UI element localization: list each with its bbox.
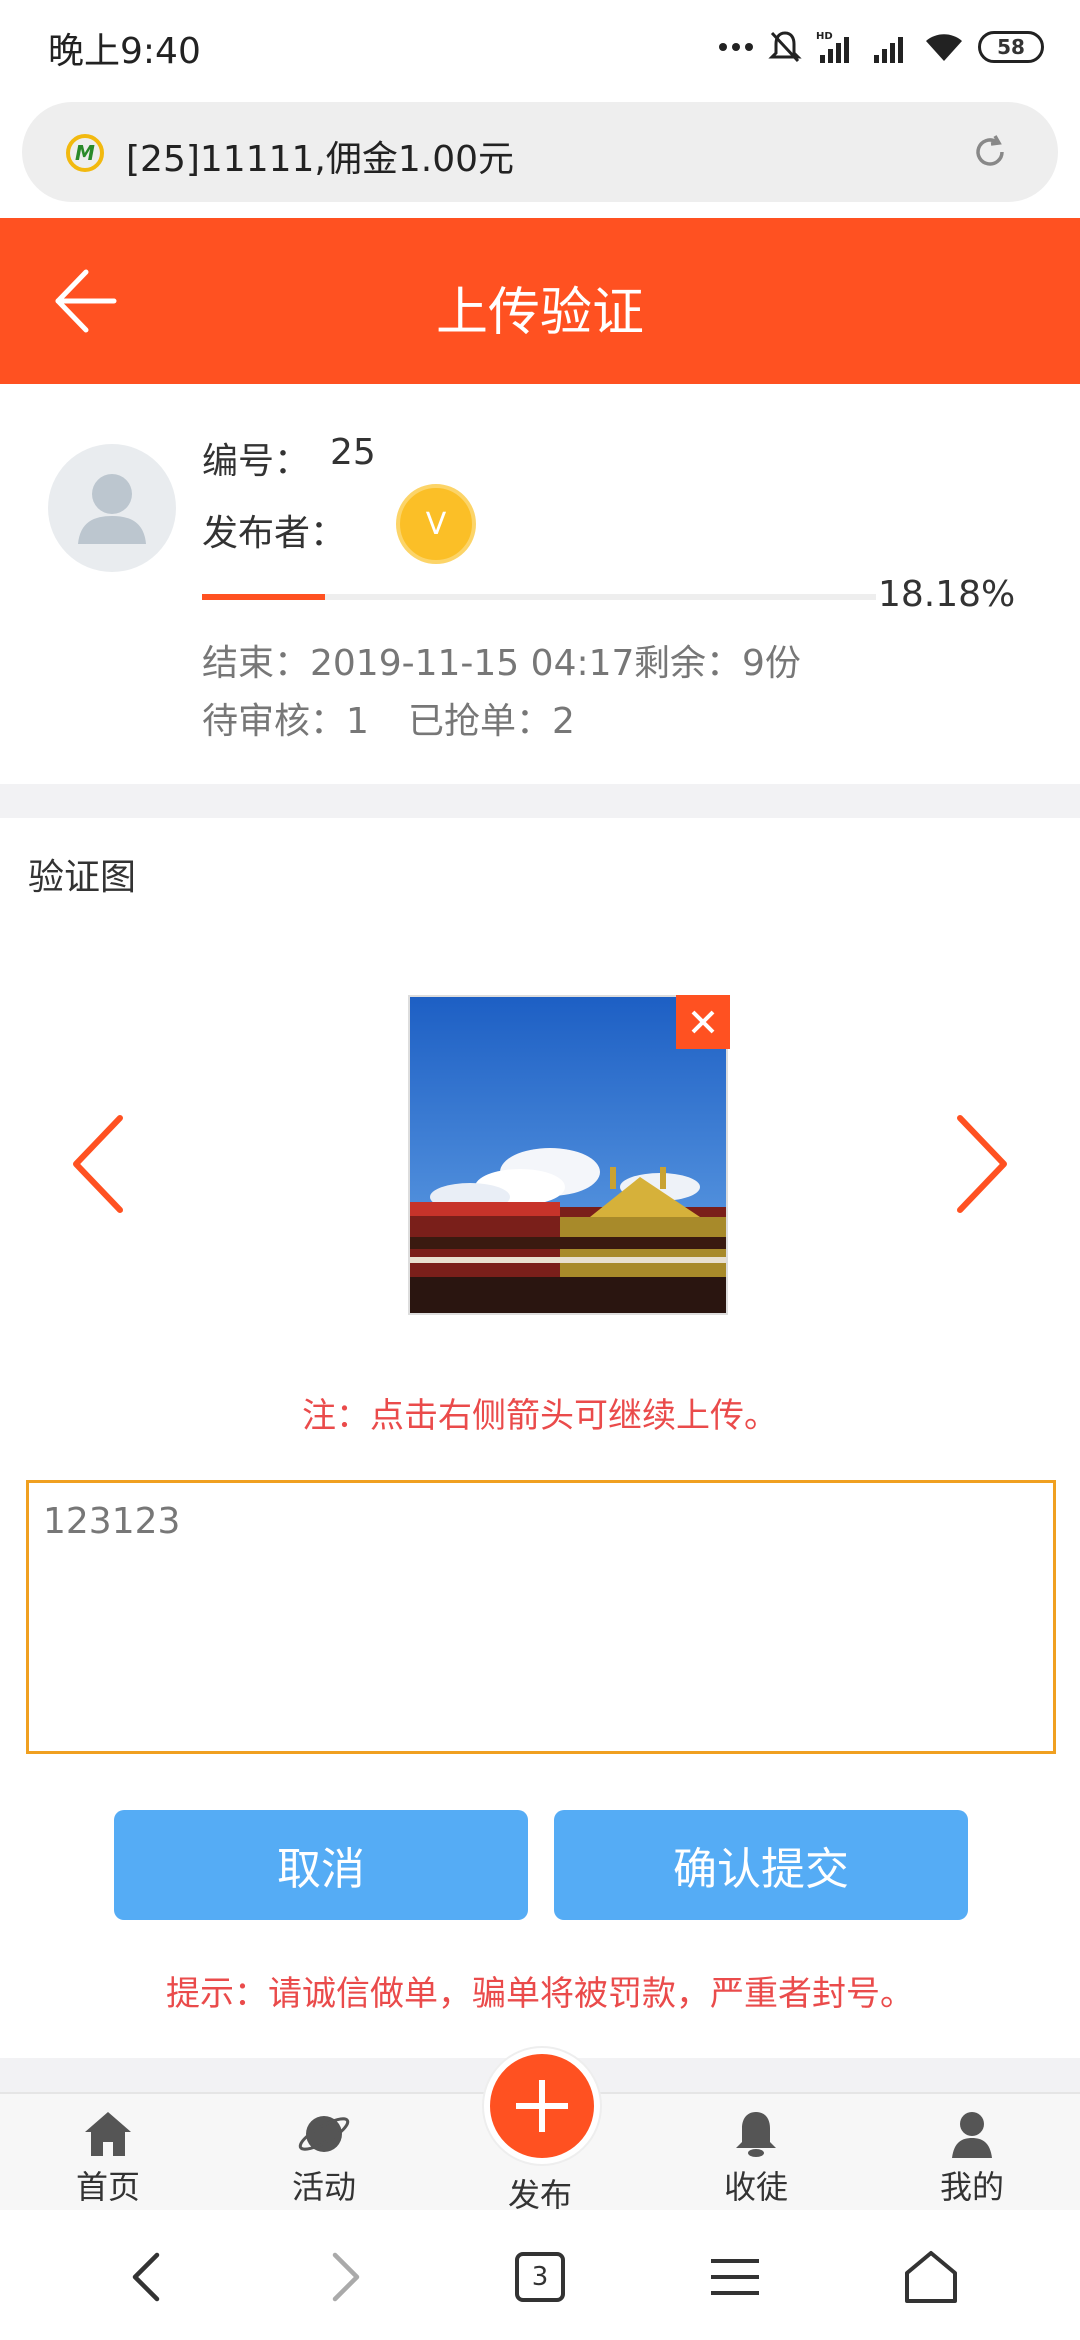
network-type: HD: [816, 31, 833, 42]
nav-label-publish: 发布: [507, 2176, 572, 2214]
nav-label-mine: 我的: [939, 2168, 1004, 2206]
browser-tabs-button[interactable]: 3: [505, 2242, 575, 2312]
progress-bar: [202, 594, 876, 600]
nav-label-activity: 活动: [291, 2168, 356, 2206]
signal-hd-icon: HD: [816, 31, 849, 63]
pending-review-count: 待审核：1: [202, 701, 369, 742]
task-id-label: 编号：: [202, 441, 311, 482]
reload-icon[interactable]: [970, 132, 1010, 172]
mute-bell-icon: [768, 31, 802, 63]
nav-item-mine[interactable]: 我的: [902, 2108, 1042, 2208]
progress-percent: 18.18%: [878, 574, 1016, 615]
upload-note: 注：点击右侧箭头可继续上传。: [302, 1396, 778, 1436]
verify-image-title: 验证图: [28, 857, 137, 898]
nav-label-home: 首页: [75, 2168, 140, 2206]
cancel-button[interactable]: 取消: [114, 1810, 528, 1920]
status-icons: HD 58: [718, 22, 1044, 72]
prev-arrow-icon[interactable]: [68, 1114, 128, 1214]
task-id-value: 25: [330, 432, 376, 473]
chevron-right-icon: [332, 2252, 360, 2302]
home-icon: [85, 2112, 131, 2156]
remaining-count: 剩余：9份: [634, 643, 801, 684]
vip-badge: V: [396, 484, 476, 564]
site-logo-icon: M: [66, 134, 104, 172]
browser-forward-button[interactable]: [310, 2242, 380, 2312]
tab-count: 3: [515, 2252, 565, 2302]
plus-icon: [516, 2080, 568, 2132]
user-placeholder-icon: [78, 474, 146, 544]
nav-item-home[interactable]: 首页: [38, 2108, 178, 2208]
next-arrow-icon[interactable]: [952, 1114, 1012, 1214]
verification-text-input[interactable]: [26, 1480, 1056, 1754]
close-icon: [691, 1010, 715, 1034]
publisher-label: 发布者：: [202, 513, 347, 554]
submit-button[interactable]: 确认提交: [554, 1810, 968, 1920]
page-header: 上传验证: [0, 218, 1080, 384]
browser-back-button[interactable]: [112, 2242, 182, 2312]
page-title: 上传验证: [435, 283, 644, 343]
nav-item-activity[interactable]: 活动: [254, 2108, 394, 2208]
url-bar[interactable]: M [25]11111,佣金1.00元: [22, 102, 1058, 202]
browser-home-button[interactable]: [896, 2242, 966, 2312]
grabbed-count: 已抢单：2: [408, 701, 575, 742]
planet-icon: [298, 2116, 350, 2152]
signal-icon: [874, 37, 903, 63]
status-time: 晚上9:40: [48, 31, 201, 72]
wifi-icon: [926, 34, 962, 61]
end-time: 结束：2019-11-15 04:17: [202, 643, 635, 684]
status-bar: 晚上9:40 HD 58: [0, 0, 1080, 96]
publish-button[interactable]: [484, 2048, 600, 2164]
remove-image-button[interactable]: [676, 995, 730, 1049]
honesty-tip: 提示：请诚信做单，骗单将被罚款，严重者封号。: [166, 1974, 914, 2014]
home-outline-icon: [905, 2251, 957, 2303]
battery-indicator: 58: [978, 31, 1044, 63]
url-text[interactable]: [25]11111,佣金1.00元: [126, 130, 514, 182]
menu-icon: [711, 2259, 759, 2295]
more-dots-icon: [719, 43, 753, 51]
nav-label-apprentice: 收徒: [723, 2168, 788, 2206]
browser-nav: 3: [0, 2212, 1080, 2340]
browser-menu-button[interactable]: [700, 2242, 770, 2312]
progress-fill: [202, 594, 325, 600]
section-divider: [0, 784, 1080, 818]
bell-icon: [736, 2112, 776, 2157]
task-info-card: 编号： 25 发布者： V 18.18% 结束：2019-11-15 04:17…: [0, 384, 1080, 784]
avatar: [48, 444, 176, 572]
user-icon: [952, 2112, 992, 2158]
nav-item-apprentice[interactable]: 收徒: [686, 2108, 826, 2208]
chevron-left-icon: [132, 2252, 160, 2302]
